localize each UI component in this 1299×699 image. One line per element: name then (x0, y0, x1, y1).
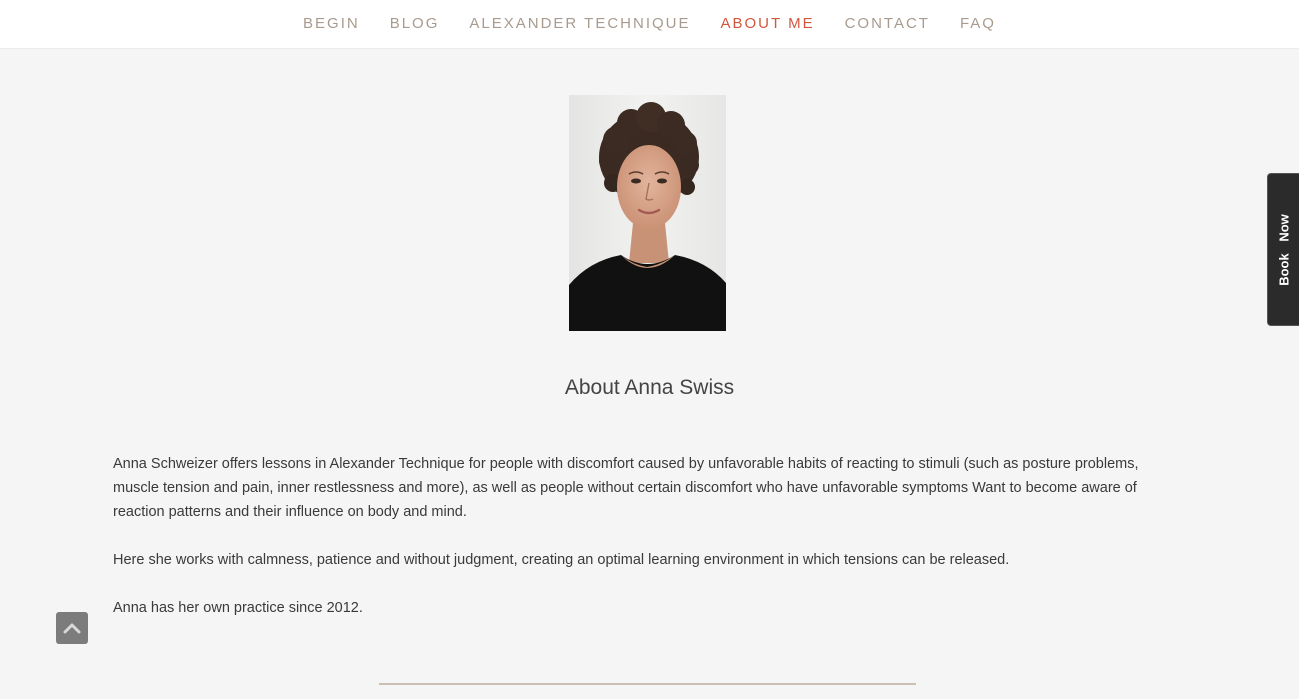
paragraph-approach: Here she works with calmness, patience a… (113, 552, 1010, 568)
nav-link-blog[interactable]: BLOG (390, 15, 440, 32)
nav-menu: BEGIN BLOG ALEXANDER TECHNIQUE ABOUT ME … (0, 15, 1299, 33)
book-now-button[interactable]: Book Now (1267, 173, 1299, 326)
nav-link-begin[interactable]: BEGIN (303, 15, 360, 32)
top-navigation: BEGIN BLOG ALEXANDER TECHNIQUE ABOUT ME … (0, 0, 1299, 49)
nav-item-faq: FAQ (960, 15, 996, 33)
section-divider (379, 683, 916, 685)
portrait-photo (569, 95, 726, 331)
page-title: About Anna Swiss (564, 376, 735, 399)
nav-item-begin: BEGIN (303, 15, 360, 33)
chevron-up-icon (63, 623, 81, 634)
nav-link-alexander-technique[interactable]: ALEXANDER TECHNIQUE (469, 15, 690, 32)
scroll-to-top-button[interactable] (56, 612, 88, 644)
nav-link-about-me[interactable]: ABOUT ME (721, 15, 815, 32)
nav-link-faq[interactable]: FAQ (960, 15, 996, 32)
portrait-illustration (569, 95, 726, 331)
nav-item-contact: CONTACT (845, 15, 930, 33)
about-content: Anna Schweizer offers lessons in Alexand… (113, 452, 1188, 644)
paragraph-practice: Anna has her own practice since 2012. (113, 600, 363, 616)
nav-item-alexander-technique: ALEXANDER TECHNIQUE (469, 15, 690, 33)
book-now-label: Book Now (1276, 213, 1292, 286)
nav-link-contact[interactable]: CONTACT (845, 15, 930, 32)
nav-item-about-me: ABOUT ME (721, 15, 815, 33)
paragraph-intro: Anna Schweizer offers lessons in Alexand… (113, 456, 1139, 520)
nav-item-blog: BLOG (390, 15, 440, 33)
